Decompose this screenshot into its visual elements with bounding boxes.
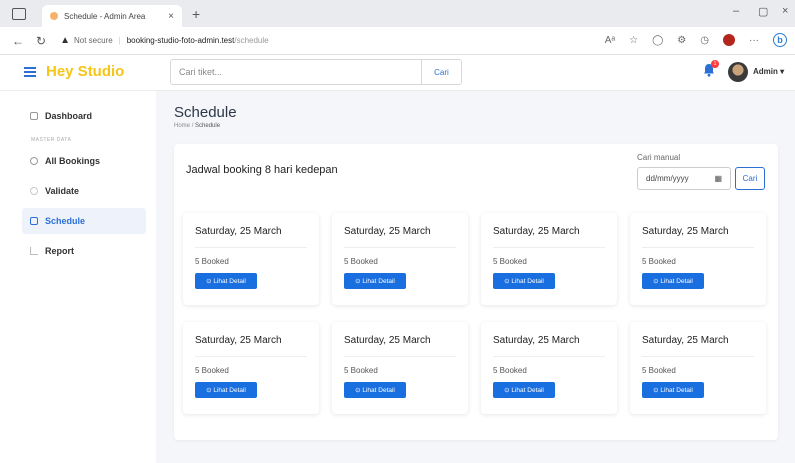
sidebar-item-validate[interactable]: Validate (22, 178, 146, 204)
extensions-icon[interactable]: ⚙ (677, 35, 686, 46)
booked-count: 5 Booked (344, 257, 378, 266)
day-date: Saturday, 25 March (642, 335, 729, 346)
user-avatar[interactable] (728, 62, 748, 82)
day-date: Saturday, 25 March (195, 335, 282, 346)
new-tab-button[interactable]: + (192, 6, 200, 22)
sidebar: Dashboard MASTER DATA All Bookings Valid… (0, 91, 156, 463)
tab-title: Schedule - Admin Area (64, 11, 146, 21)
section-label-master-data: MASTER DATA (31, 137, 72, 143)
refresh-alt-icon[interactable]: ◯ (652, 35, 663, 46)
day-date: Saturday, 25 March (642, 226, 729, 237)
window-menu-icon[interactable] (12, 7, 26, 20)
history-icon[interactable]: ◷ (700, 35, 709, 46)
booked-count: 5 Booked (344, 366, 378, 375)
grid-icon (30, 112, 38, 120)
day-card: Saturday, 25 March 5 Booked ⊙ Lihat Deta… (481, 213, 617, 305)
view-detail-button[interactable]: ⊙ Lihat Detail (642, 273, 704, 289)
breadcrumb-current: Schedule (195, 123, 221, 129)
divider (493, 356, 605, 357)
breadcrumb-home[interactable]: Home (174, 123, 190, 129)
booked-count: 5 Booked (493, 366, 527, 375)
day-card: Saturday, 25 March 5 Booked ⊙ Lihat Deta… (183, 322, 319, 414)
booked-count: 5 Booked (493, 257, 527, 266)
chart-icon (30, 247, 38, 255)
sidebar-item-schedule[interactable]: Schedule (22, 208, 146, 234)
page-title: Schedule (174, 104, 237, 121)
minimize-icon[interactable]: – (733, 5, 739, 17)
divider (493, 247, 605, 248)
restore-icon[interactable]: ▢ (758, 5, 768, 18)
divider (344, 247, 456, 248)
day-card: Saturday, 25 March 5 Booked ⊙ Lihat Deta… (481, 322, 617, 414)
settings-icon (30, 157, 38, 165)
profile-icon[interactable] (723, 34, 735, 46)
divider (195, 247, 307, 248)
ticket-search-button[interactable]: Cari (422, 59, 462, 85)
url-field[interactable]: ▲ Not secure | booking-studio-foto-admin… (60, 35, 269, 46)
sidebar-item-all-bookings[interactable]: All Bookings (22, 148, 146, 174)
address-bar: ← ↻ ▲ Not secure | booking-studio-foto-a… (0, 27, 795, 55)
view-detail-button[interactable]: ⊙ Lihat Detail (344, 382, 406, 398)
view-detail-button[interactable]: ⊙ Lihat Detail (493, 382, 555, 398)
browser-tab[interactable]: Schedule - Admin Area × (42, 5, 182, 27)
notification-badge: 1 (711, 60, 719, 68)
booked-count: 5 Booked (195, 366, 229, 375)
day-card: Saturday, 25 March 5 Booked ⊙ Lihat Deta… (332, 322, 468, 414)
url-path: /schedule (234, 36, 269, 45)
schedule-card: Jadwal booking 8 hari kedepan Cari manua… (174, 144, 778, 440)
day-date: Saturday, 25 March (344, 226, 431, 237)
refresh-icon[interactable]: ↻ (36, 34, 46, 48)
hamburger-menu-icon[interactable] (24, 67, 36, 77)
calendar-icon (30, 217, 38, 225)
back-icon[interactable]: ← (12, 34, 24, 48)
date-input[interactable]: dd/mm/yyyy ▦ (637, 167, 731, 190)
manual-search-label: Cari manual (637, 153, 681, 162)
favicon-icon (50, 12, 58, 20)
booked-count: 5 Booked (642, 257, 676, 266)
schedule-heading: Jadwal booking 8 hari kedepan (186, 164, 338, 176)
day-card: Saturday, 25 March 5 Booked ⊙ Lihat Deta… (630, 322, 766, 414)
main-content: Schedule Home / Schedule Jadwal booking … (156, 91, 795, 463)
day-date: Saturday, 25 March (493, 226, 580, 237)
booked-count: 5 Booked (642, 366, 676, 375)
url-host: booking-studio-foto-admin.test (126, 36, 235, 45)
read-aloud-icon[interactable]: Aᵃ (605, 35, 615, 46)
check-icon (30, 187, 38, 195)
app-header: Hey Studio Cari 1 Admin ▾ (0, 55, 795, 91)
divider (344, 356, 456, 357)
sidebar-item-report[interactable]: Report (22, 238, 146, 264)
close-tab-icon[interactable]: × (168, 11, 174, 22)
brand-logo[interactable]: Hey Studio (46, 63, 124, 80)
day-date: Saturday, 25 March (344, 335, 431, 346)
day-card: Saturday, 25 March 5 Booked ⊙ Lihat Deta… (332, 213, 468, 305)
bing-icon[interactable]: b (773, 33, 787, 47)
warning-icon: ▲ (60, 35, 70, 46)
day-card: Saturday, 25 March 5 Booked ⊙ Lihat Deta… (630, 213, 766, 305)
window-close-icon[interactable]: × (782, 5, 788, 17)
view-detail-button[interactable]: ⊙ Lihat Detail (344, 273, 406, 289)
sidebar-item-dashboard[interactable]: Dashboard (22, 103, 146, 129)
more-icon[interactable]: ··· (749, 35, 759, 46)
day-date: Saturday, 25 March (493, 335, 580, 346)
user-menu[interactable]: Admin ▾ (753, 67, 784, 76)
not-secure-label: Not secure (73, 36, 113, 45)
ticket-search-input[interactable] (170, 59, 422, 85)
view-detail-button[interactable]: ⊙ Lihat Detail (493, 273, 555, 289)
view-detail-button[interactable]: ⊙ Lihat Detail (195, 382, 257, 398)
view-detail-button[interactable]: ⊙ Lihat Detail (195, 273, 257, 289)
manual-search-button[interactable]: Cari (735, 167, 765, 190)
booked-count: 5 Booked (195, 257, 229, 266)
day-card: Saturday, 25 March 5 Booked ⊙ Lihat Deta… (183, 213, 319, 305)
view-detail-button[interactable]: ⊙ Lihat Detail (642, 382, 704, 398)
breadcrumb: Home / Schedule (174, 123, 221, 129)
divider (642, 247, 754, 248)
divider (195, 356, 307, 357)
day-date: Saturday, 25 March (195, 226, 282, 237)
browser-tabbar: Schedule - Admin Area × + – ▢ × (0, 0, 795, 27)
calendar-picker-icon[interactable]: ▦ (714, 174, 722, 183)
favorites-icon[interactable]: ☆ (629, 35, 638, 46)
divider (642, 356, 754, 357)
